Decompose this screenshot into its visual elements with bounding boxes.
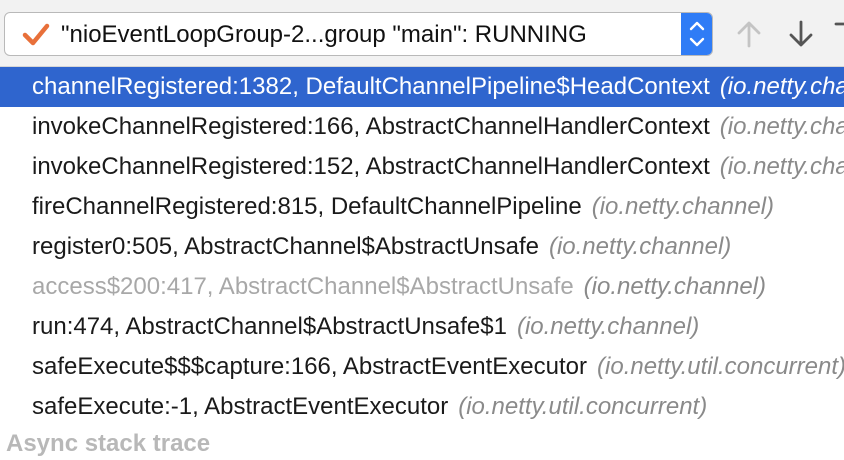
frame-method: invokeChannelRegistered:166, AbstractCha… xyxy=(32,113,710,140)
frame-method: safeExecute:-1, AbstractEventExecutor xyxy=(32,393,449,420)
debugger-toolbar: "nioEventLoopGroup-2...group "main": RUN… xyxy=(0,0,844,67)
async-stack-trace-label: Async stack trace xyxy=(6,430,211,457)
frame-row[interactable]: access$200:417, AbstractChannel$Abstract… xyxy=(0,267,844,307)
frame-row[interactable]: fireChannelRegistered:815, DefaultChanne… xyxy=(0,187,844,227)
frame-package: (io.netty.util.concurrent) xyxy=(597,353,844,380)
frame-package: (io.netty.channel) xyxy=(719,73,844,100)
frame-row[interactable]: invokeChannelRegistered:152, AbstractCha… xyxy=(0,147,844,187)
frame-method: fireChannelRegistered:815, DefaultChanne… xyxy=(32,193,582,220)
frame-method: channelRegistered:1382, DefaultChannelPi… xyxy=(32,73,710,100)
frame-row[interactable]: safeExecute$$$capture:166, AbstractEvent… xyxy=(0,347,844,387)
frame-row[interactable]: invokeChannelRegistered:166, AbstractCha… xyxy=(0,107,844,147)
frame-package: (io.netty.util.concurrent) xyxy=(458,393,708,420)
frame-method: safeExecute$$$capture:166, AbstractEvent… xyxy=(32,353,588,380)
frame-method: run:474, AbstractChannel$AbstractUnsafe$… xyxy=(32,313,507,340)
frame-method: invokeChannelRegistered:152, AbstractCha… xyxy=(32,153,710,180)
checkmark-icon xyxy=(22,23,50,46)
arrow-down-icon[interactable] xyxy=(785,18,817,50)
frame-package: (io.netty.channel) xyxy=(591,193,775,220)
frame-row[interactable]: run:474, AbstractChannel$AbstractUnsafe$… xyxy=(0,307,844,347)
select-stepper[interactable] xyxy=(681,13,712,55)
frame-package: (io.netty.channel) xyxy=(719,153,844,180)
updown-chevron-icon xyxy=(689,21,705,47)
arrow-up-icon[interactable] xyxy=(733,18,765,50)
thread-select[interactable]: "nioEventLoopGroup-2...group "main": RUN… xyxy=(4,12,713,56)
frame-method: access$200:417, AbstractChannel$Abstract… xyxy=(32,273,574,300)
filter-icon[interactable] xyxy=(834,18,844,50)
frame-row[interactable]: register0:505, AbstractChannel$AbstractU… xyxy=(0,227,844,267)
frame-package: (io.netty.channel) xyxy=(516,313,700,340)
frame-package: (io.netty.channel) xyxy=(719,113,844,140)
frame-package: (io.netty.channel) xyxy=(583,273,766,300)
frame-row[interactable]: channelRegistered:1382, DefaultChannelPi… xyxy=(0,67,844,107)
thread-select-label: "nioEventLoopGroup-2...group "main": RUN… xyxy=(61,21,587,48)
frame-row[interactable]: safeExecute:-1, AbstractEventExecutor (io… xyxy=(0,387,844,427)
frame-method: register0:505, AbstractChannel$AbstractU… xyxy=(32,233,539,260)
frame-package: (io.netty.channel) xyxy=(548,233,732,260)
frames-list: channelRegistered:1382, DefaultChannelPi… xyxy=(0,67,844,427)
